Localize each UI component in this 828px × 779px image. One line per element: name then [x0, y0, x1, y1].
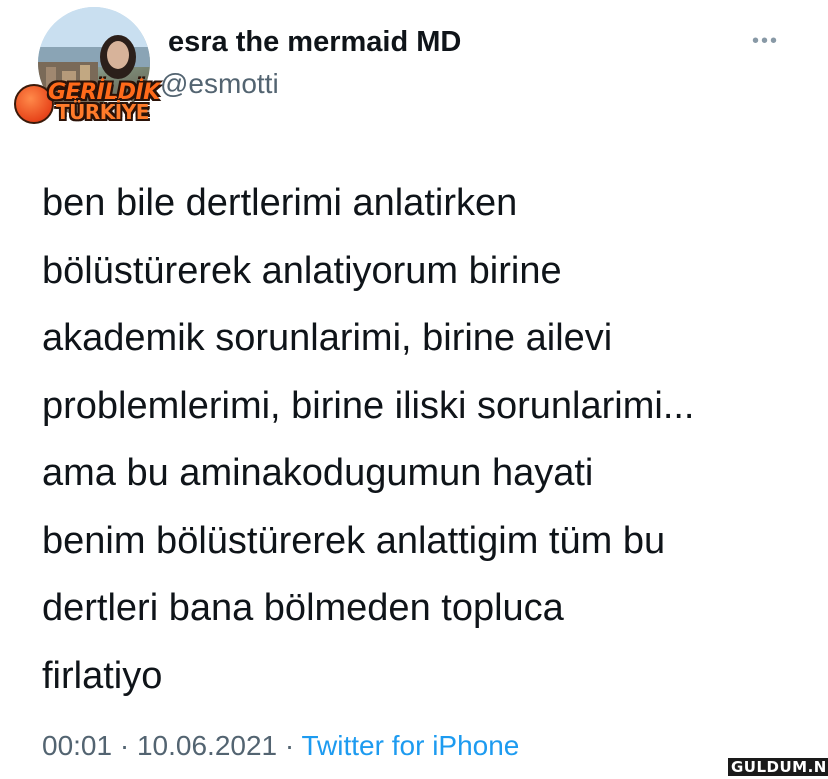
meta-separator: ·	[284, 730, 295, 761]
author-handle[interactable]: @esmotti	[160, 68, 279, 100]
tweet-date[interactable]: 10.06.2021	[137, 730, 277, 761]
tweet-time[interactable]: 00:01	[42, 730, 112, 761]
meta-separator: ·	[119, 730, 130, 761]
more-dots-icon[interactable]: •••	[752, 30, 779, 53]
author-display-name[interactable]: esra the mermaid MD	[168, 26, 461, 59]
tweet-source-link[interactable]: Twitter for iPhone	[302, 730, 520, 761]
badge-text-line-2: TÜRKİYE	[56, 100, 149, 124]
geriliyoruz-badge: GERİLDİK TÜRKİYE	[6, 78, 166, 124]
site-watermark: GULDUM.NET	[728, 758, 828, 776]
tweet-text: ben bile dertlerimi anlatirken bölüstüre…	[42, 182, 695, 697]
tweet-metadata: 00:01 · 10.06.2021 · Twitter for iPhone	[42, 730, 519, 762]
